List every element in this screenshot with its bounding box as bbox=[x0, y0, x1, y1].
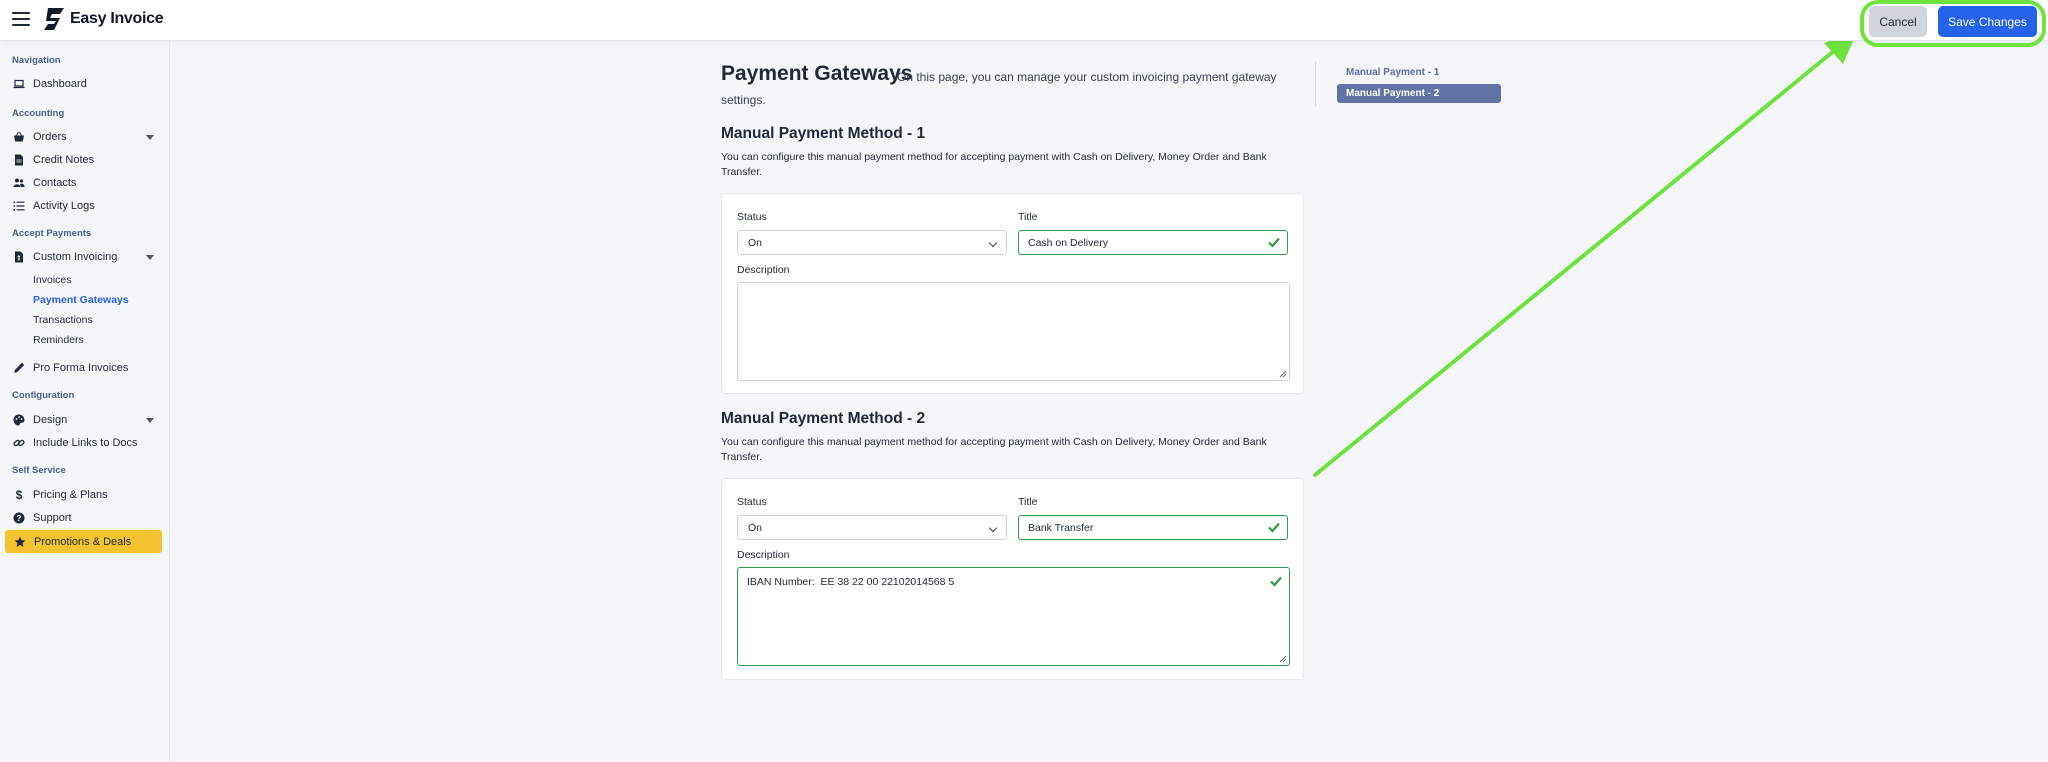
save-changes-button[interactable]: Save Changes bbox=[1938, 6, 2037, 37]
status-select[interactable]: On bbox=[737, 515, 1007, 540]
sidebar-item-label: Dashboard bbox=[33, 78, 87, 90]
description-textarea[interactable] bbox=[737, 282, 1290, 381]
sidebar-subitem-invoices[interactable]: Invoices bbox=[33, 274, 72, 286]
right-nav-divider bbox=[1315, 62, 1316, 106]
sidebar-item-label: Custom Invoicing bbox=[33, 251, 118, 263]
sidebar-item-label: Orders bbox=[33, 131, 67, 143]
description-textarea[interactable]: IBAN Number: EE 38 22 00 22102014568 5 bbox=[737, 567, 1290, 666]
top-bar: Easy Invoice Cancel Save Changes bbox=[0, 0, 2048, 41]
link-icon bbox=[12, 436, 26, 450]
status-select[interactable]: On bbox=[737, 230, 1007, 255]
sidebar: Navigation Dashboard Accounting Orders C… bbox=[0, 41, 170, 762]
sidebar-subitem-payment-gateways[interactable]: Payment Gateways bbox=[33, 294, 129, 306]
sidebar-item-label: Pro Forma Invoices bbox=[33, 362, 129, 374]
pen-icon bbox=[12, 361, 26, 375]
method-2-description: You can configure this manual payment me… bbox=[721, 436, 1267, 463]
description-label: Description bbox=[737, 264, 790, 276]
sidebar-item-label: Pricing & Plans bbox=[33, 489, 108, 501]
title-value: Cash on Delivery bbox=[1028, 236, 1108, 249]
method-1-card: Status On Title Cash on Delivery Descrip… bbox=[721, 193, 1304, 394]
method-2-card: Status On Title Bank Transfer Descriptio… bbox=[721, 478, 1304, 680]
sidebar-item-contacts[interactable]: Contacts bbox=[12, 173, 76, 193]
sidebar-item-pro-forma-invoices[interactable]: Pro Forma Invoices bbox=[12, 358, 128, 378]
description-label: Description bbox=[737, 549, 790, 561]
users-icon bbox=[12, 176, 26, 190]
logo-icon bbox=[44, 8, 64, 30]
status-label: Status bbox=[737, 211, 767, 223]
description-value: IBAN Number: EE 38 22 00 22102014568 5 bbox=[747, 576, 955, 588]
document-icon bbox=[12, 153, 26, 167]
status-label: Status bbox=[737, 496, 767, 508]
sidebar-item-label: Design bbox=[33, 414, 68, 426]
sidebar-item-orders[interactable]: Orders bbox=[12, 127, 67, 147]
resize-handle-icon[interactable] bbox=[1278, 654, 1287, 663]
sidebar-item-dashboard[interactable]: Dashboard bbox=[12, 74, 87, 94]
sidebar-section-navigation: Navigation bbox=[12, 55, 61, 66]
sidebar-section-self-service: Self Service bbox=[12, 465, 66, 476]
sidebar-subitem-transactions[interactable]: Transactions bbox=[33, 314, 93, 326]
method-1-description: You can configure this manual payment me… bbox=[721, 151, 1267, 178]
chevron-down-icon[interactable] bbox=[146, 255, 154, 260]
check-icon bbox=[1268, 237, 1280, 248]
chevron-down-icon[interactable] bbox=[146, 135, 154, 140]
sidebar-item-design[interactable]: Design bbox=[12, 410, 67, 430]
star-icon bbox=[13, 535, 27, 549]
sidebar-subitem-reminders[interactable]: Reminders bbox=[33, 334, 84, 346]
invoice-icon bbox=[12, 250, 26, 264]
laptop-icon bbox=[12, 77, 26, 91]
sidebar-item-include-links-to-docs[interactable]: Include Links to Docs bbox=[12, 433, 138, 453]
sidebar-item-activity-logs[interactable]: Activity Logs bbox=[12, 196, 95, 216]
menu-icon[interactable] bbox=[12, 12, 30, 26]
right-nav-manual-payment-1[interactable]: Manual Payment - 1 bbox=[1346, 67, 1439, 78]
sidebar-section-configuration: Configuration bbox=[12, 390, 75, 401]
title-value: Bank Transfer bbox=[1028, 521, 1094, 534]
chevron-down-icon[interactable] bbox=[146, 418, 154, 423]
app-logo[interactable]: Easy Invoice bbox=[42, 6, 164, 32]
sidebar-item-credit-notes[interactable]: Credit Notes bbox=[12, 150, 94, 170]
list-icon bbox=[12, 199, 26, 213]
status-value: On bbox=[748, 521, 763, 534]
chevron-down-icon bbox=[988, 238, 998, 248]
svg-text:?: ? bbox=[17, 514, 22, 523]
sidebar-item-label: Include Links to Docs bbox=[33, 437, 138, 449]
check-icon bbox=[1270, 576, 1282, 587]
sidebar-item-label: Promotions & Deals bbox=[34, 535, 132, 548]
method-1-heading: Manual Payment Method - 1 bbox=[721, 125, 926, 142]
sidebar-item-label: Support bbox=[33, 512, 72, 524]
cancel-button[interactable]: Cancel bbox=[1869, 6, 1927, 37]
sidebar-section-accounting: Accounting bbox=[12, 108, 65, 119]
title-label: Title bbox=[1018, 496, 1038, 508]
question-icon: ? bbox=[12, 511, 26, 525]
chevron-down-icon bbox=[988, 523, 998, 533]
sidebar-item-pricing-plans[interactable]: $ Pricing & Plans bbox=[12, 485, 108, 505]
sidebar-item-label: Activity Logs bbox=[33, 200, 95, 212]
sidebar-section-accept-payments: Accept Payments bbox=[12, 228, 92, 239]
page-description: On this page, you can manage your custom… bbox=[721, 70, 1277, 107]
app-name: Easy Invoice bbox=[70, 10, 164, 27]
sidebar-item-custom-invoicing[interactable]: Custom Invoicing bbox=[12, 247, 117, 267]
dollar-icon: $ bbox=[15, 488, 23, 502]
palette-icon bbox=[12, 413, 26, 427]
resize-handle-icon[interactable] bbox=[1278, 369, 1287, 378]
title-input[interactable]: Bank Transfer bbox=[1018, 515, 1288, 540]
method-2-heading: Manual Payment Method - 2 bbox=[721, 410, 926, 427]
status-value: On bbox=[748, 236, 763, 249]
title-label: Title bbox=[1018, 211, 1038, 223]
sidebar-item-support[interactable]: ? Support bbox=[12, 508, 72, 528]
basket-icon bbox=[12, 130, 26, 144]
title-input[interactable]: Cash on Delivery bbox=[1018, 230, 1288, 255]
check-icon bbox=[1268, 522, 1280, 533]
sidebar-item-label: Contacts bbox=[33, 177, 77, 189]
sidebar-item-promotions-deals[interactable]: Promotions & Deals bbox=[5, 530, 162, 553]
right-nav-manual-payment-2[interactable]: Manual Payment - 2 bbox=[1337, 84, 1501, 103]
sidebar-item-label: Credit Notes bbox=[33, 154, 95, 166]
